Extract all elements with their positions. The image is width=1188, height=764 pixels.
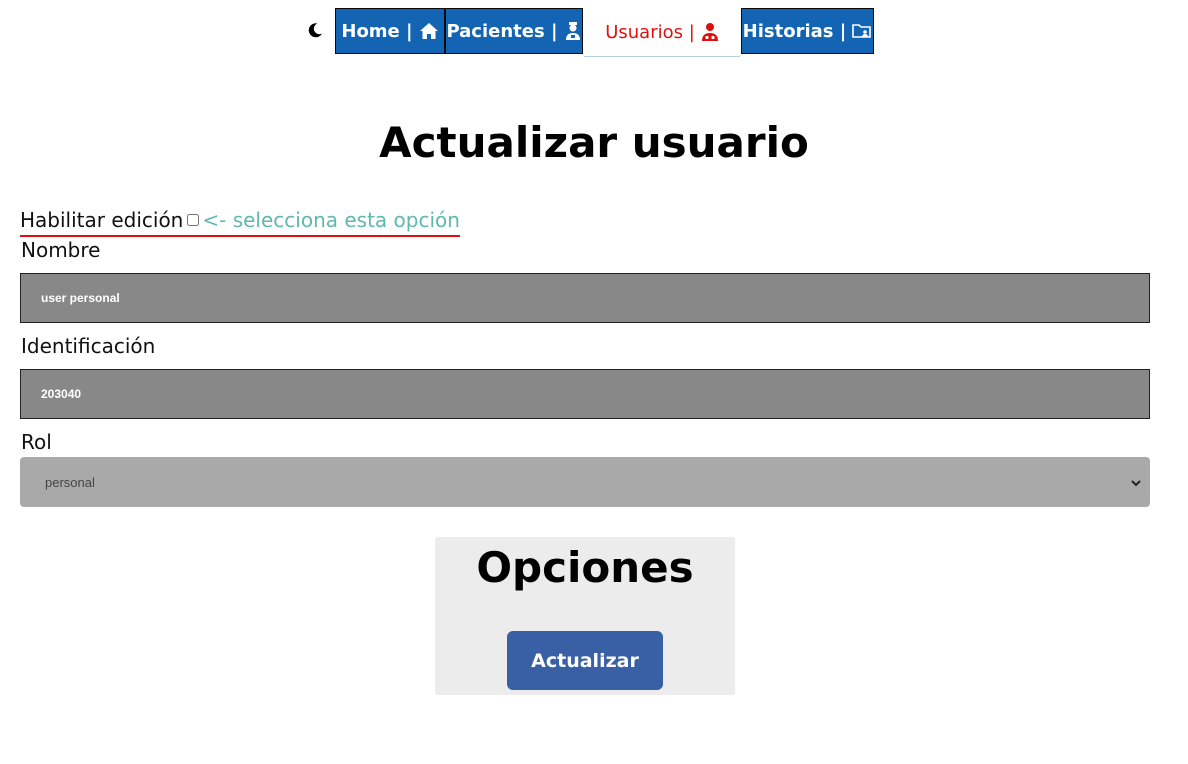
rol-select-value: personal xyxy=(45,474,95,490)
patient-icon xyxy=(564,21,582,41)
options-title: Opciones xyxy=(476,543,694,592)
update-button[interactable]: Actualizar xyxy=(507,631,663,690)
nav-item-home[interactable]: Home | xyxy=(335,8,445,54)
chevron-down-icon xyxy=(1130,476,1142,491)
nav-home-label: Home | xyxy=(341,20,413,42)
top-navigation: Home | Pacientes | Usuarios | Historias … xyxy=(0,8,1188,57)
nav-pacientes-label: Pacientes | xyxy=(446,20,558,42)
home-icon xyxy=(419,22,439,40)
edit-toggle-checkbox[interactable] xyxy=(187,214,200,226)
identificacion-field[interactable] xyxy=(20,369,1150,419)
nav-item-pacientes[interactable]: Pacientes | xyxy=(445,8,583,54)
nombre-label: Nombre xyxy=(21,238,101,262)
moon-icon[interactable] xyxy=(305,20,325,40)
folder-user-icon xyxy=(852,22,872,40)
rol-label: Rol xyxy=(21,430,52,454)
page-title: Actualizar usuario xyxy=(379,118,809,167)
nav-item-usuarios[interactable]: Usuarios | xyxy=(584,8,740,57)
identificacion-label: Identificación xyxy=(21,334,156,358)
rol-select[interactable]: personal xyxy=(20,457,1150,507)
nav-usuarios-label: Usuarios | xyxy=(605,21,695,43)
edit-toggle-hint: <- selecciona esta opción xyxy=(202,208,460,232)
nombre-field[interactable] xyxy=(20,273,1150,323)
user-doctor-icon xyxy=(701,22,719,42)
options-panel: Opciones Actualizar xyxy=(435,537,735,695)
edit-toggle-label: Habilitar edición xyxy=(20,208,184,232)
nav-historias-label: Historias | xyxy=(742,20,847,42)
nav-item-historias[interactable]: Historias | xyxy=(741,8,874,54)
edit-toggle-row[interactable]: Habilitar edición <- selecciona esta opc… xyxy=(20,208,460,237)
